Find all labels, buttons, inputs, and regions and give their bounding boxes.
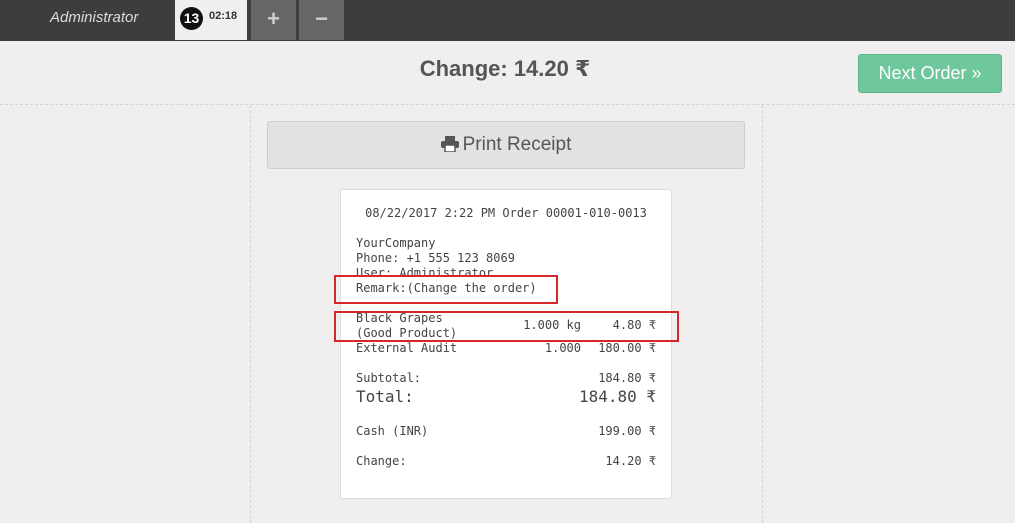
- line-item-qty: 1.000: [544, 341, 581, 355]
- top-bar: Administrator 13 02:18 + −: [0, 0, 1015, 41]
- remark-highlight: [334, 275, 558, 304]
- line-item-highlight: [334, 311, 679, 342]
- username: Administrator: [50, 9, 139, 26]
- payment-label: Cash (INR): [356, 424, 429, 438]
- line-item-name: External Audit: [356, 341, 458, 355]
- change-value: 14.20 ₹: [605, 454, 656, 468]
- subtotal-label: Subtotal:: [356, 371, 422, 385]
- company-phone: Phone: +1 555 123 8069: [356, 251, 515, 265]
- subtotal-value: 184.80 ₹: [598, 371, 656, 385]
- order-number-badge: 13: [180, 7, 203, 30]
- print-receipt-label: Print Receipt: [462, 134, 572, 155]
- remove-order-button[interactable]: −: [299, 0, 344, 40]
- line-item-price: 180.00 ₹: [598, 341, 656, 355]
- order-time: 02:18: [209, 10, 238, 22]
- printer-icon: [440, 124, 459, 170]
- divider: [762, 105, 763, 523]
- total-label: Total:: [356, 387, 414, 406]
- receipt-header-line: 08/22/2017 2:22 PM Order 00001-010-0013: [365, 206, 647, 220]
- change-label: Change:: [356, 454, 407, 468]
- company-name: YourCompany: [356, 236, 436, 250]
- divider: [0, 104, 1015, 105]
- payment-value: 199.00 ₹: [598, 424, 656, 438]
- divider: [250, 105, 251, 523]
- receipt: 08/22/2017 2:22 PM Order 00001-010-0013 …: [340, 189, 672, 499]
- print-receipt-button[interactable]: Print Receipt: [267, 121, 745, 169]
- add-order-button[interactable]: +: [251, 0, 296, 40]
- total-value: 184.80 ₹: [578, 387, 656, 406]
- order-tab[interactable]: 13 02:18: [175, 0, 247, 40]
- next-order-button[interactable]: Next Order »: [858, 54, 1002, 93]
